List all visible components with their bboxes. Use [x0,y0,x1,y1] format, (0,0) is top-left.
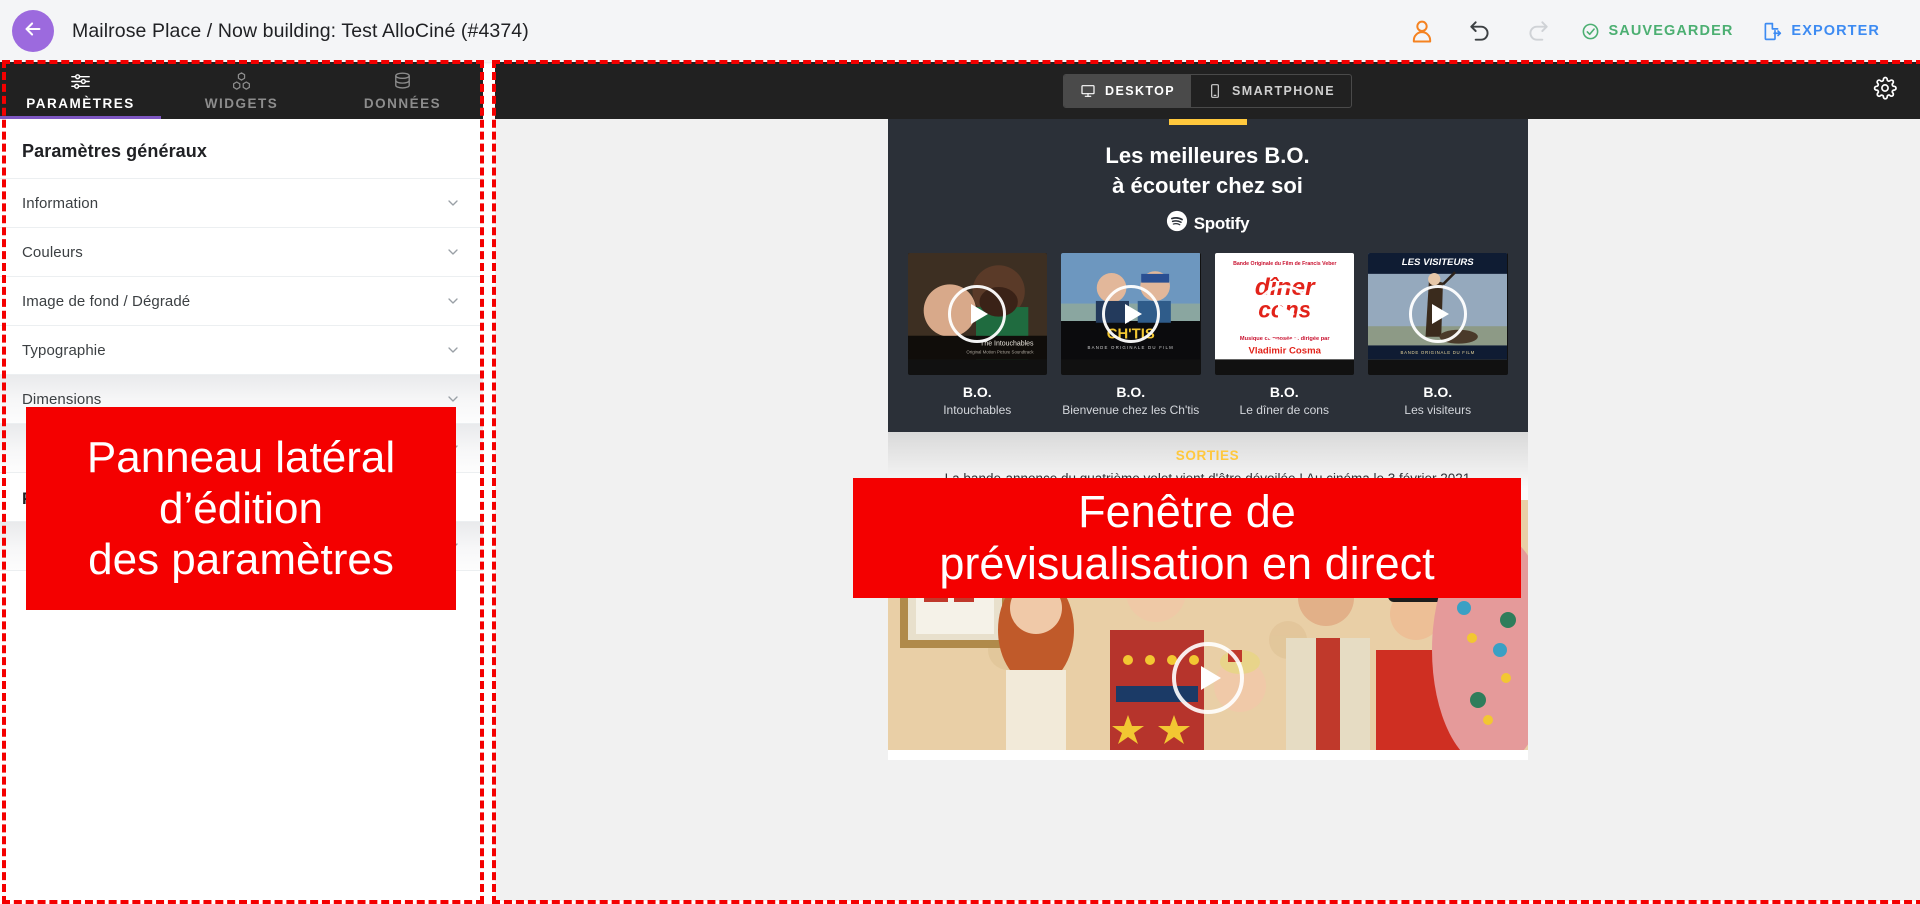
blocks-icon [230,70,253,93]
chevron-down-icon [445,195,461,211]
annotation-line: d’édition [159,483,323,533]
accordion-label: Image de fond / Dégradé [22,292,191,310]
tab-widgets-label: WIDGETS [204,96,279,111]
sliders-icon [69,70,92,93]
track-grid: The Intouchables Original Motion Picture… [888,253,1528,418]
track-thumbnail[interactable]: Bande Originale du Film de Francis Veber… [1214,253,1354,376]
track-item[interactable]: Bande Originale du Film de Francis Veber… [1214,253,1354,418]
play-icon[interactable] [1408,285,1467,344]
newsletter-heading-line1: Les meilleures B.O. [1105,143,1310,168]
play-icon[interactable] [1101,285,1160,344]
tab-donnees[interactable]: DONNÉES [322,62,483,119]
sidebar-tabs: PARAMÈTRES WIDGETS DONNÉES [0,62,483,119]
track-item[interactable]: LES VISITEURS BANDE ORIGINALE DU FILM B.… [1368,253,1508,418]
spotify-icon [1166,210,1188,237]
svg-text:Bande Originale du Film de Fra: Bande Originale du Film de Francis Veber [1233,262,1336,268]
database-icon [391,70,414,93]
track-item[interactable]: The Intouchables Original Motion Picture… [907,253,1047,418]
accordion-label: Typographie [22,341,106,359]
undo-button[interactable] [1451,2,1509,60]
chevron-down-icon [445,293,461,309]
accordion-information[interactable]: Information [0,179,483,228]
chevron-down-icon [445,391,461,407]
play-icon[interactable] [1255,285,1314,344]
annotation-label-preview: Fenêtre de prévisualisation en direct [853,478,1521,598]
track-subtitle: Les visiteurs [1404,403,1472,418]
preview-settings-button[interactable] [1868,74,1902,108]
sidebar-panel-title: Paramètres généraux [22,141,208,161]
svg-text:BANDE ORIGINALE DU FILM: BANDE ORIGINALE DU FILM [1088,345,1174,350]
annotation-line: Panneau latéral [86,432,396,482]
save-button-label: SAUVEGARDER [1608,23,1734,39]
section-kicker: SORTIES [1175,448,1240,464]
phone-icon [1207,83,1223,99]
newsletter-hero-block: Les meilleures B.O. à écouter chez soi S… [887,119,1528,433]
tab-widgets[interactable]: WIDGETS [161,62,322,119]
chevron-down-icon [445,244,461,260]
account-circle-icon [1408,17,1436,45]
newsletter-heading-line2: à écouter chez soi [1112,172,1303,198]
track-caption: B.O. [1269,384,1299,401]
top-toolbar: Mailrose Place / Now building: Test Allo… [0,0,1920,62]
spotify-logo: Spotify [888,210,1528,253]
annotation-line: Fenêtre de [1078,485,1296,537]
svg-text:Vladimir Cosma: Vladimir Cosma [1248,346,1321,357]
track-subtitle: Intouchables [943,403,1012,418]
spotify-brand-label: Spotify [1193,213,1250,233]
track-thumbnail[interactable]: The Intouchables Original Motion Picture… [907,253,1047,376]
device-smartphone-button[interactable]: SMARTPHONE [1191,75,1351,107]
tab-donnees-label: DONNÉES [363,96,442,111]
export-button-label: EXPORTER [1791,23,1880,39]
newsletter-canvas: Les meilleures B.O. à écouter chez soi S… [887,119,1528,761]
accordion-typographie[interactable]: Typographie [0,326,483,375]
play-icon[interactable] [1171,642,1244,715]
redo-button[interactable] [1509,2,1567,60]
device-smartphone-label: SMARTPHONE [1232,83,1335,98]
newsletter-heading: Les meilleures B.O. à écouter chez soi [888,125,1528,210]
track-subtitle: Le dîner de cons [1239,403,1329,418]
page-title: Mailrose Place / Now building: Test Allo… [72,19,529,42]
redo-icon [1525,18,1551,44]
gear-icon [1873,76,1897,105]
undo-icon [1467,18,1493,44]
check-circle-icon [1581,22,1600,41]
preview-toolbar: DESKTOP SMARTPHONE [495,62,1920,119]
save-button[interactable]: SAUVEGARDER [1567,2,1748,60]
tab-parametres[interactable]: PARAMÈTRES [0,62,161,119]
file-export-icon [1761,21,1782,42]
accordion-couleurs[interactable]: Couleurs [0,228,483,277]
track-caption: B.O. [962,384,992,401]
tab-active-underline [0,116,161,119]
svg-text:The Intouchables: The Intouchables [980,341,1034,348]
back-button[interactable] [12,10,54,52]
accordion-label: Couleurs [22,243,83,261]
track-caption: B.O. [1423,384,1453,401]
accordion-image-de-fond[interactable]: Image de fond / Dégradé [0,277,483,326]
device-desktop-button[interactable]: DESKTOP [1064,74,1192,107]
device-desktop-label: DESKTOP [1105,83,1176,98]
annotation-line: des paramètres [88,535,394,585]
annotation-label-sidebar: Panneau latéral d’édition des paramètres [26,407,456,610]
svg-text:Original Motion Picture Soundt: Original Motion Picture Soundtrack [966,350,1034,355]
device-toggle-group: DESKTOP SMARTPHONE [1063,73,1352,108]
toolbar-actions: SAUVEGARDER EXPORTER [1393,2,1920,60]
chevron-down-icon [445,342,461,358]
export-button[interactable]: EXPORTER [1747,2,1894,60]
annotation-line: prévisualisation en direct [939,538,1435,589]
accordion-label: Dimensions [22,390,102,408]
track-item[interactable]: CH'TIS BANDE ORIGINALE DU FILM B.O. Bien… [1061,253,1201,418]
app-root: Mailrose Place / Now building: Test Allo… [0,0,1920,904]
arrow-left-icon [22,18,44,45]
track-thumbnail[interactable]: CH'TIS BANDE ORIGINALE DU FILM [1061,253,1201,376]
svg-text:LES VISITEURS: LES VISITEURS [1402,258,1474,269]
tab-parametres-label: PARAMÈTRES [26,96,135,111]
monitor-icon [1080,83,1096,99]
track-thumbnail[interactable]: LES VISITEURS BANDE ORIGINALE DU FILM [1368,253,1508,376]
play-icon[interactable] [948,285,1007,344]
account-button[interactable] [1393,2,1451,60]
accordion-label: Information [22,194,99,212]
track-caption: B.O. [1116,384,1146,401]
track-subtitle: Bienvenue chez les Ch'tis [1062,403,1200,418]
svg-text:BANDE ORIGINALE DU FILM: BANDE ORIGINALE DU FILM [1401,351,1475,356]
